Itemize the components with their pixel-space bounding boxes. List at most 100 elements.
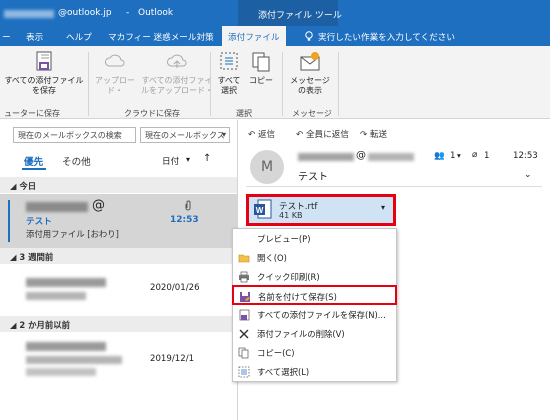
group-header-3-weeks[interactable]: ◢ 3 週間前 <box>0 248 237 264</box>
menu-item-save-as[interactable]: 名前を付けて保存(S) <box>232 285 397 305</box>
ribbon-divider <box>210 52 211 116</box>
select-all-button[interactable]: すべて 選択 <box>212 50 246 96</box>
reply-button[interactable]: ↶ 返信 <box>248 128 275 140</box>
focused-tab-underline <box>22 168 46 170</box>
sort-by-date[interactable]: 日付 <box>162 155 179 167</box>
upload-button[interactable]: アップロー ド・ <box>92 50 138 96</box>
paperclip-icon <box>185 200 191 211</box>
save-as-icon <box>240 292 250 302</box>
list-item[interactable]: 2019/12/1 <box>0 334 237 390</box>
attachment-item[interactable]: W テスト.rtf 41 KB ▾ <box>246 194 396 226</box>
account-name-blurred <box>4 10 54 18</box>
people-count: 1 <box>450 151 456 161</box>
tab-partial[interactable]: ー <box>2 31 11 43</box>
message-list-pane: 現在のメールボックスの検索 現在のメールボックス ▾ 優先 その他 日付 ▾ ↑… <box>0 120 238 420</box>
forward-icon: ↷ <box>360 130 368 140</box>
menu-label: コピー(C) <box>257 348 295 358</box>
group-message-label: メッセージ <box>292 109 332 118</box>
select-all-icon <box>238 366 250 378</box>
mail-date: 2019/12/1 <box>150 354 195 364</box>
expand-header-chevron-icon[interactable]: ⌄ <box>524 170 532 180</box>
print-icon <box>239 271 249 283</box>
group-header-today[interactable]: ◢ 今日 <box>0 177 237 193</box>
title-bar: @outlook.jp - Outlook 添付ファイル ツール <box>0 0 550 26</box>
title-separator: - <box>126 8 130 18</box>
menu-item-remove-attachment[interactable]: 添付ファイルの削除(V) <box>233 324 396 343</box>
mail-time: 12:53 <box>170 215 199 225</box>
tab-attachment[interactable]: 添付ファイル <box>222 26 286 46</box>
select-all-icon <box>220 52 238 70</box>
svg-text:W: W <box>256 206 264 215</box>
show-message-button[interactable]: メッセージ の表示 <box>286 50 334 96</box>
sender-at: @ <box>92 198 105 213</box>
attachment-menu-chevron-icon[interactable]: ▾ <box>381 203 385 212</box>
app-name: Outlook <box>138 8 174 18</box>
account-domain: @outlook.jp <box>58 8 112 18</box>
menu-item-quick-print[interactable]: クイック印刷(R) <box>233 267 396 286</box>
tab-other[interactable]: その他 <box>62 154 91 168</box>
open-folder-icon <box>238 254 250 263</box>
reply-label: 返信 <box>257 130 276 140</box>
cloud-upload-icon <box>105 54 125 67</box>
message-time: 12:53 <box>513 151 538 161</box>
tab-view[interactable]: 表示 <box>26 31 43 43</box>
group-2months-label: 2 か月前以前 <box>19 320 70 330</box>
attachment-size: 41 KB <box>279 211 303 220</box>
ribbon-divider <box>282 52 283 116</box>
message-subject: テスト <box>298 172 328 183</box>
sender-blurred <box>26 278 106 287</box>
mail-subject: テスト <box>26 217 52 227</box>
sort-direction-arrow-icon[interactable]: ↑ <box>203 153 211 164</box>
mail-date: 2020/01/26 <box>150 283 200 293</box>
forward-label: 転送 <box>369 130 388 140</box>
tab-help[interactable]: ヘルプ <box>66 31 92 43</box>
ribbon-tabs: ー 表示 ヘルプ マカフィー 迷惑メール対策 添付ファイル 実行したい作業を入力… <box>0 26 550 46</box>
copy-button[interactable]: コピー <box>246 50 276 86</box>
subject-blurred <box>26 356 122 364</box>
sender-blurred <box>26 202 88 212</box>
menu-item-open[interactable]: 開く(O) <box>233 248 396 267</box>
list-item-selected[interactable]: @ テスト 12:53 添付用ファイル [おわり] <box>0 194 237 248</box>
search-input[interactable]: 現在のメールボックスの検索 <box>13 127 136 143</box>
reply-all-icon: ↶ <box>296 130 304 140</box>
collapse-triangle-icon: ◢ <box>10 181 17 191</box>
menu-label: プレビュー(P) <box>257 234 311 244</box>
menu-label: 名前を付けて保存(S) <box>258 292 337 302</box>
tab-focused[interactable]: 優先 <box>24 154 43 168</box>
attachment-context-menu: プレビュー(P) 開く(O) クイック印刷(R) 名前を付けて保存(S) すべて… <box>232 228 397 382</box>
copy-label: コピー <box>249 76 273 85</box>
upload-all-button[interactable]: すべての添付ファイ ルをアップロード・ <box>136 50 218 96</box>
save-all-attachments-button[interactable]: すべての添付ファイル を保存 <box>2 50 86 96</box>
group-today-label: 今日 <box>19 181 37 191</box>
save-all-label: すべての添付ファイル を保存 <box>4 76 84 95</box>
ribbon: すべての添付ファイル を保存 アップロー ド・ すべての添付ファイ ルをアップロ… <box>0 46 550 119</box>
sender-blurred <box>26 342 106 351</box>
group-save-label: ューターに保存 <box>4 109 60 118</box>
list-item[interactable]: 2020/01/26 <box>0 266 237 316</box>
attachment-tools-header: 添付ファイル ツール <box>238 0 342 26</box>
preview-blurred <box>26 368 96 376</box>
tell-me-input[interactable]: 実行したい作業を入力してください <box>318 31 455 43</box>
people-icon[interactable]: 👥 <box>434 151 445 161</box>
reply-all-button[interactable]: ↶ 全員に返信 <box>296 128 349 140</box>
forward-button[interactable]: ↷ 転送 <box>360 128 387 140</box>
chevron-down-icon: ▾ <box>457 151 461 160</box>
group-3weeks-label: 3 週間前 <box>19 252 54 262</box>
menu-item-preview[interactable]: プレビュー(P) <box>233 229 396 248</box>
collapse-triangle-icon: ◢ <box>10 252 17 262</box>
save-all-icon <box>239 309 250 321</box>
menu-item-copy[interactable]: コピー(C) <box>233 343 396 362</box>
menu-item-save-all[interactable]: すべての添付ファイルを保存(N)... <box>233 305 396 324</box>
menu-item-select-all[interactable]: すべて選択(L) <box>233 362 396 381</box>
tab-mcafee[interactable]: マカフィー 迷惑メール対策 <box>108 31 214 43</box>
save-all-icon <box>36 51 52 71</box>
tell-me-icon[interactable] <box>304 31 314 45</box>
group-cloud-label: クラウドに保存 <box>124 109 180 118</box>
group-header-2-months[interactable]: ◢ 2 か月前以前 <box>0 316 237 332</box>
upload-label: アップロー ド・ <box>95 76 135 95</box>
search-scope-dropdown[interactable]: 現在のメールボックス ▾ <box>140 127 230 143</box>
scope-label: 現在のメールボックス <box>145 131 225 140</box>
paperclip-icon[interactable]: ⌀ <box>472 150 477 160</box>
sort-chevron-icon[interactable]: ▾ <box>186 155 190 164</box>
avatar[interactable]: M <box>250 150 284 184</box>
